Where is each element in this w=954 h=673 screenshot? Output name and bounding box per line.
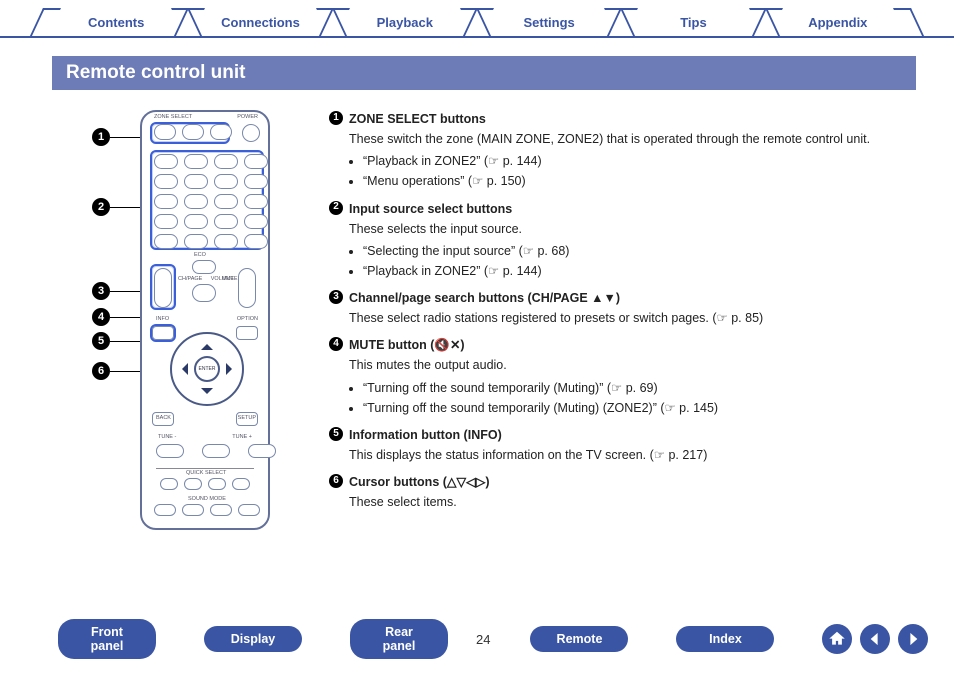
tab-settings[interactable]: Settings bbox=[477, 8, 621, 36]
item-2-title: Input source select buttons bbox=[349, 200, 512, 218]
tab-playback[interactable]: Playback bbox=[333, 8, 477, 36]
mute-button-diagram bbox=[192, 284, 216, 302]
label-chpage: CH/PAGE bbox=[178, 276, 202, 282]
manual-page: { "topnav": ["Contents","Connections","P… bbox=[0, 0, 954, 673]
label-tune-minus: TUNE - bbox=[158, 434, 176, 440]
top-nav: Contents Connections Playback Settings T… bbox=[0, 0, 954, 38]
label-power: POWER bbox=[237, 114, 258, 120]
item-4-bullet-1[interactable]: “Turning off the sound temporarily (Muti… bbox=[363, 399, 916, 417]
item-1-title: ZONE SELECT buttons bbox=[349, 110, 486, 128]
remote-illustration-column: 1 2 3 4 5 6 ZONE SELECT POWER bbox=[52, 110, 307, 540]
item-1-bullet-1[interactable]: “Menu operations” (☞ p. 150) bbox=[363, 172, 916, 190]
next-page-icon[interactable] bbox=[898, 624, 928, 654]
pill-front-panel[interactable]: Front panel bbox=[58, 619, 156, 659]
item-6: 6Cursor buttons (△▽◁▷) These select item… bbox=[329, 473, 916, 511]
item-4-desc: This mutes the output audio. bbox=[349, 356, 916, 374]
pill-remote[interactable]: Remote bbox=[530, 626, 628, 652]
item-4: 4MUTE button (🔇✕) This mutes the output … bbox=[329, 336, 916, 417]
item-5-title: Information button (INFO) bbox=[349, 426, 502, 444]
label-info: INFO bbox=[156, 316, 169, 322]
item-2-bullet-0[interactable]: “Selecting the input source” (☞ p. 68) bbox=[363, 242, 916, 260]
item-4-title: MUTE button (🔇✕) bbox=[349, 336, 465, 354]
label-zone-select: ZONE SELECT bbox=[154, 114, 192, 120]
item-6-desc: These select items. bbox=[349, 493, 916, 511]
main-content: 1 2 3 4 5 6 ZONE SELECT POWER bbox=[0, 90, 954, 540]
tab-contents[interactable]: Contents bbox=[44, 8, 188, 36]
item-3-desc: These select radio stations registered t… bbox=[349, 309, 916, 327]
section-heading: Remote control unit bbox=[52, 56, 916, 90]
prev-page-icon[interactable] bbox=[860, 624, 890, 654]
home-icon[interactable] bbox=[822, 624, 852, 654]
tab-connections[interactable]: Connections bbox=[188, 8, 332, 36]
item-4-bullet-0[interactable]: “Turning off the sound temporarily (Muti… bbox=[363, 379, 916, 397]
item-1-bullet-0[interactable]: “Playback in ZONE2” (☞ p. 144) bbox=[363, 152, 916, 170]
pill-display[interactable]: Display bbox=[204, 626, 302, 652]
remote-body: ZONE SELECT POWER CH/PAGE ECO bbox=[140, 110, 270, 530]
item-1: 1ZONE SELECT buttons These switch the zo… bbox=[329, 110, 916, 191]
label-option: OPTION bbox=[237, 316, 258, 322]
item-2: 2Input source select buttons These selec… bbox=[329, 200, 916, 281]
label-quick-select: QUICK SELECT bbox=[186, 470, 226, 476]
tab-tips[interactable]: Tips bbox=[621, 8, 765, 36]
tab-appendix[interactable]: Appendix bbox=[766, 8, 910, 36]
item-3: 3Channel/page search buttons (CH/PAGE ▲▼… bbox=[329, 289, 916, 327]
pill-index[interactable]: Index bbox=[676, 626, 774, 652]
item-3-title: Channel/page search buttons (CH/PAGE ▲▼) bbox=[349, 289, 620, 307]
description-column: 1ZONE SELECT buttons These switch the zo… bbox=[329, 110, 916, 540]
label-tune-plus: TUNE + bbox=[232, 434, 252, 440]
label-sound-mode: SOUND MODE bbox=[188, 496, 226, 502]
item-1-desc: These switch the zone (MAIN ZONE, ZONE2)… bbox=[349, 130, 916, 148]
item-6-title: Cursor buttons (△▽◁▷) bbox=[349, 473, 490, 491]
bottom-nav: Front panel Display Rear panel 24 Remote… bbox=[0, 619, 954, 659]
page-number: 24 bbox=[476, 632, 490, 647]
item-5-desc: This displays the status information on … bbox=[349, 446, 916, 464]
item-2-bullet-1[interactable]: “Playback in ZONE2” (☞ p. 144) bbox=[363, 262, 916, 280]
item-2-desc: These selects the input source. bbox=[349, 220, 916, 238]
label-volume: VOLUME bbox=[211, 276, 234, 282]
pill-rear-panel[interactable]: Rear panel bbox=[350, 619, 448, 659]
label-eco: ECO bbox=[194, 252, 206, 258]
cursor-pad: ENTER bbox=[170, 332, 244, 406]
item-5: 5Information button (INFO) This displays… bbox=[329, 426, 916, 464]
